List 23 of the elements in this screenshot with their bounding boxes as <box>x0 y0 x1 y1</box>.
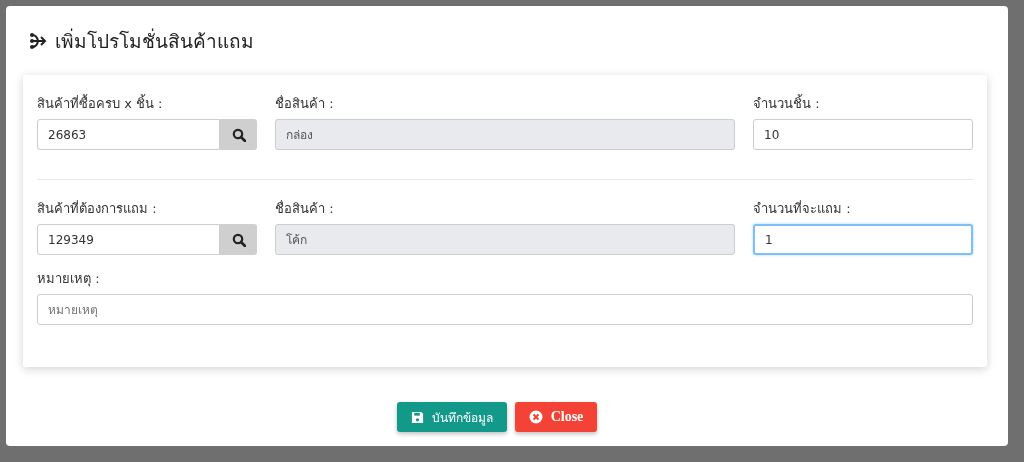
share-arrow-icon <box>29 31 47 50</box>
search-button[interactable] <box>220 224 257 255</box>
input-field[interactable]: กล่อง <box>275 119 735 150</box>
close-icon <box>528 410 543 424</box>
input-field[interactable]: 26863 <box>37 119 220 150</box>
save-button[interactable]: บันทึกข้อมูล <box>396 402 507 432</box>
field-label: จำนวนชิ้น : <box>753 93 821 109</box>
input-field[interactable]: 129349 <box>37 224 220 255</box>
field-label: สินค้าที่ต้องการแถม : <box>37 199 158 214</box>
dialog-title: เพิ่มโปรโมชั่นสินค้าแถม <box>55 27 254 54</box>
input-field[interactable]: 1 <box>753 224 973 255</box>
field-label: จำนวนที่จะแถม : <box>753 199 852 214</box>
field-label: สินค้าที่ซื้อครบ x ชิ้น : <box>37 93 164 109</box>
input-field[interactable]: 10 <box>753 119 973 150</box>
search-button[interactable] <box>220 119 257 150</box>
note-field[interactable]: หมายเหตุ <box>37 294 973 325</box>
search-icon <box>231 232 246 247</box>
field-label: ชื่อสินค้า : <box>275 199 335 214</box>
save-icon <box>410 410 424 424</box>
input-field[interactable]: โค้ก <box>275 224 735 255</box>
field-label: ชื่อสินค้า : <box>275 94 335 109</box>
close-button[interactable]: Close <box>514 402 598 432</box>
search-icon <box>231 127 246 142</box>
